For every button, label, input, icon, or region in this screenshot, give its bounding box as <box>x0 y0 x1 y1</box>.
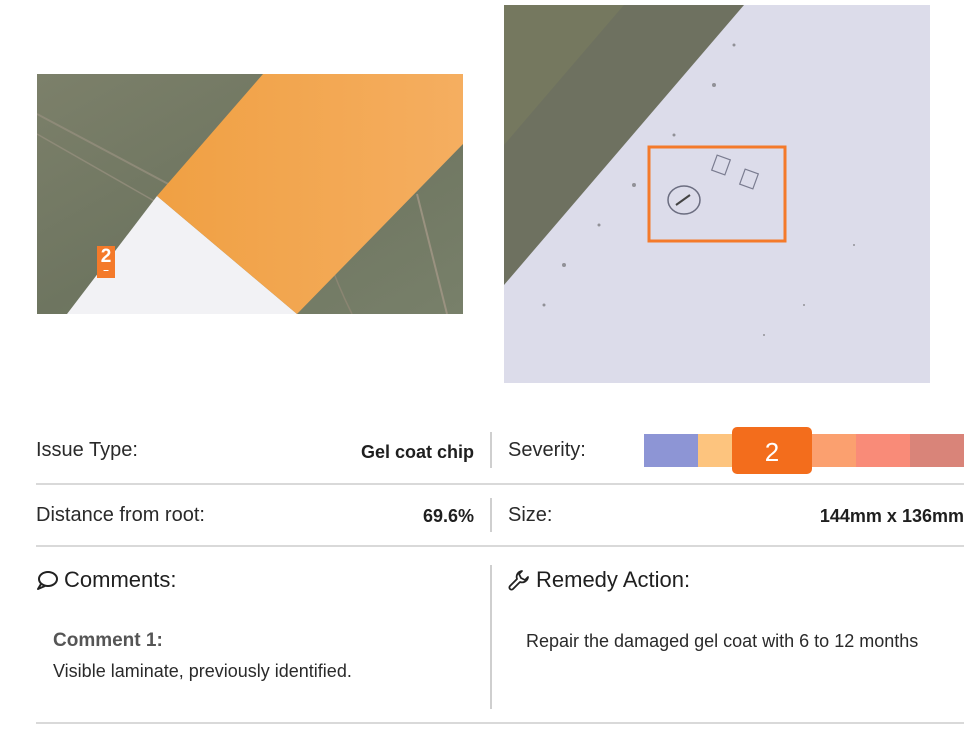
overview-photo <box>37 74 463 314</box>
severity-badge: 2 <box>732 427 812 474</box>
remedy-text: Repair the damaged gel coat with 6 to 12… <box>526 631 919 651</box>
distance-value: 69.6% <box>422 506 474 526</box>
row-divider-3 <box>36 722 964 724</box>
defect-marker-label: 2 <box>100 246 112 267</box>
size-value: 144mm x 136mm <box>819 506 964 526</box>
size-label: Size: <box>508 504 553 526</box>
severity-segment-1 <box>644 434 698 467</box>
column-divider <box>490 498 492 532</box>
comment-text: Visible laminate, previously identified. <box>53 661 352 681</box>
comments-header: Comments: <box>36 567 176 593</box>
comments-title: Comments: <box>64 567 177 592</box>
comment-icon <box>36 569 58 591</box>
closeup-photo <box>504 5 930 383</box>
severity-segment-3 <box>810 434 856 467</box>
distance-label: Distance from root: <box>36 504 205 526</box>
severity-label: Severity: <box>508 439 586 461</box>
defect-marker[interactable]: 2 – <box>97 246 115 278</box>
column-divider <box>490 565 492 709</box>
wrench-icon <box>508 569 530 591</box>
row-divider-2 <box>36 545 964 547</box>
severity-segment-5 <box>910 434 964 467</box>
row-divider-1 <box>36 483 964 485</box>
column-divider <box>490 432 492 468</box>
issue-type-label: Issue Type: <box>36 439 138 461</box>
remedy-title: Remedy Action: <box>536 567 691 592</box>
remedy-header: Remedy Action: <box>508 567 690 593</box>
issue-type-value: Gel coat chip <box>360 442 474 462</box>
comment-heading: Comment 1: <box>53 630 163 651</box>
severity-segment-4 <box>856 434 910 467</box>
